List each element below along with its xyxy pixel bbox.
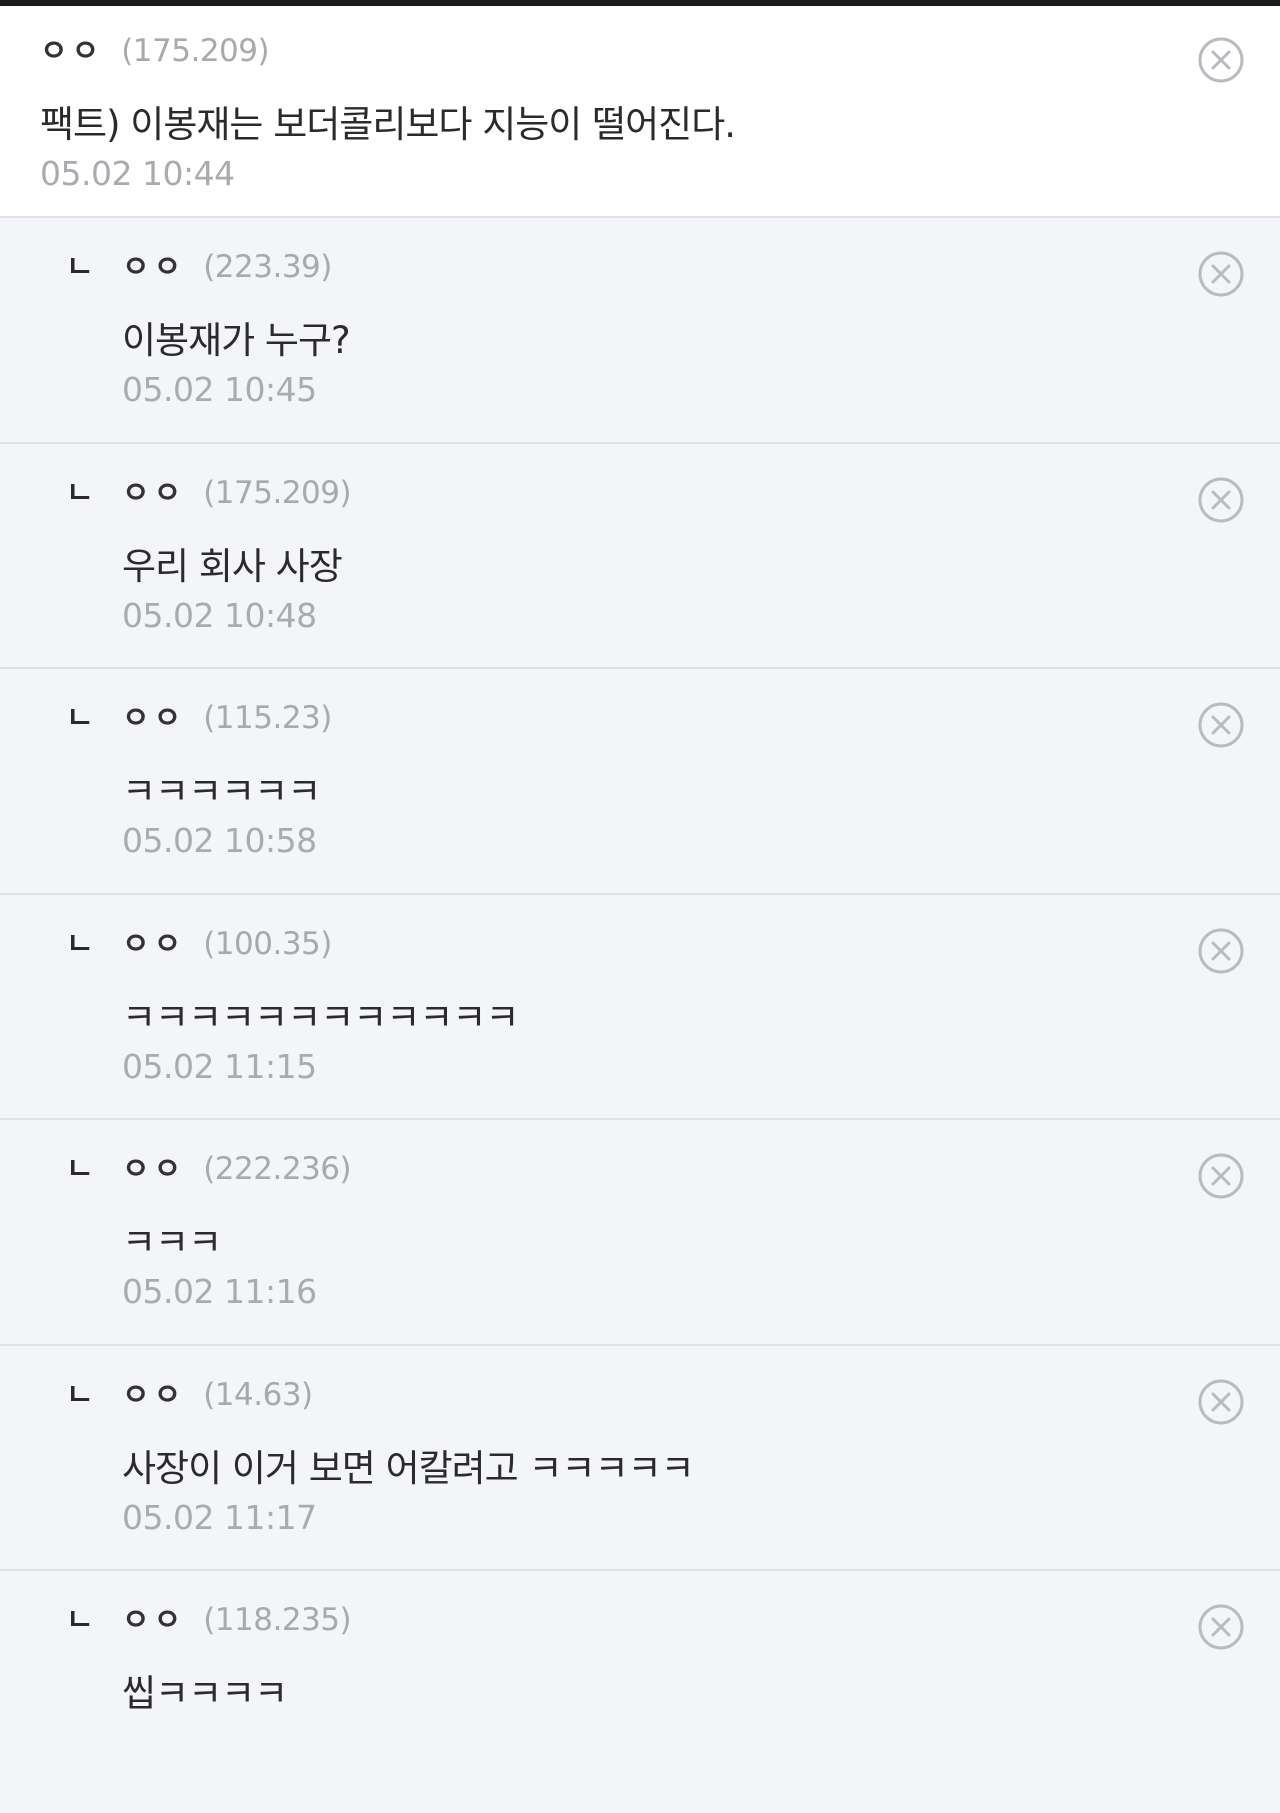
- comment-text: 이봉재가 누구?: [122, 319, 351, 362]
- comment-author[interactable]: ㅇㅇ: [40, 26, 103, 70]
- reply-mark: ㄴ: [66, 1377, 94, 1413]
- comment-time: 05.02 10:48: [122, 595, 317, 635]
- comment-author[interactable]: ㅇㅇ: [122, 242, 185, 286]
- reply-mark: ㄴ: [66, 250, 94, 285]
- reply-comment: ㄴ ㅇㅇ (222.236) ㅋㅋㅋ 05.02 11:16: [0, 1120, 1280, 1346]
- comment-time: 05.02 11:17: [122, 1497, 317, 1537]
- comment-author[interactable]: ㅇㅇ: [122, 919, 185, 963]
- comment-text: 우리 회사 사장: [122, 544, 343, 588]
- comment-author[interactable]: ㅇㅇ: [122, 1144, 185, 1188]
- comment-author[interactable]: ㅇㅇ: [122, 468, 185, 512]
- delete-comment-button[interactable]: [1197, 250, 1245, 298]
- comment-ip: (175.209): [121, 33, 270, 69]
- comment-author[interactable]: ㅇㅇ: [122, 693, 185, 737]
- comment-ip: (100.35): [203, 925, 332, 962]
- close-circle-icon: [1198, 477, 1244, 522]
- comment-ip: (175.209): [203, 474, 352, 511]
- comment-ip: (223.39): [203, 249, 332, 285]
- close-circle-icon: [1198, 37, 1244, 83]
- comment-text: ㅋㅋㅋㅋㅋㅋㅋㅋㅋㅋㅋㅋ: [122, 995, 519, 1039]
- reply-mark: ㄴ: [66, 1152, 94, 1187]
- comment-header: ㄴ ㅇㅇ (223.39): [66, 242, 332, 286]
- comment-header: ㄴ ㅇㅇ (115.23): [66, 693, 332, 737]
- comment-text: ㅋㅋㅋㅋㅋㅋ: [122, 770, 321, 813]
- comment-time: 05.02 11:16: [122, 1272, 317, 1311]
- close-circle-icon: [1198, 702, 1244, 748]
- comment-ip: (222.236): [203, 1151, 352, 1187]
- comment-header: ㄴ ㅇㅇ (14.63): [66, 1370, 313, 1414]
- comment-time: 05.02 11:15: [122, 1046, 317, 1086]
- reply-comment: ㄴ ㅇㅇ (118.235) 씹ㅋㅋㅋㅋ: [0, 1571, 1280, 1813]
- close-circle-icon: [1198, 251, 1244, 297]
- comment-text: 사장이 이거 보면 어칼려고 ㅋㅋㅋㅋㅋ: [122, 1446, 695, 1490]
- comment-header: ㄴ ㅇㅇ (175.209): [66, 468, 352, 512]
- delete-comment-button[interactable]: [1197, 476, 1245, 524]
- reply-comment: ㄴ ㅇㅇ (14.63) 사장이 이거 보면 어칼려고 ㅋㅋㅋㅋㅋ 05.02 …: [0, 1345, 1280, 1571]
- comment-text: ㅋㅋㅋ: [122, 1221, 222, 1264]
- reply-mark: ㄴ: [66, 701, 94, 736]
- delete-comment-button[interactable]: [1197, 36, 1245, 84]
- reply-comment: ㄴ ㅇㅇ (115.23) ㅋㅋㅋㅋㅋㅋ 05.02 10:58: [0, 669, 1280, 895]
- reply-mark: ㄴ: [66, 475, 94, 511]
- comment-header: ㅇㅇ (175.209): [40, 26, 270, 70]
- comment-ip: (115.23): [203, 700, 332, 736]
- comment-header: ㄴ ㅇㅇ (222.236): [66, 1144, 352, 1188]
- delete-comment-button[interactable]: [1197, 1378, 1245, 1426]
- delete-comment-button[interactable]: [1197, 927, 1245, 975]
- comment-text: 씹ㅋㅋㅋㅋ: [122, 1672, 288, 1715]
- reply-mark: ㄴ: [66, 1603, 94, 1638]
- comment-time: 05.02 10:44: [40, 154, 235, 193]
- comment-header: ㄴ ㅇㅇ (100.35): [66, 919, 332, 963]
- comment-list: ㅇㅇ (175.209) 팩트) 이봉재는 보더콜리보다 지능이 떨어진다. 0…: [0, 6, 1280, 1813]
- reply-mark: ㄴ: [66, 926, 94, 962]
- close-circle-icon: [1198, 1379, 1244, 1424]
- comment: ㅇㅇ (175.209) 팩트) 이봉재는 보더콜리보다 지능이 떨어진다. 0…: [0, 6, 1280, 218]
- comment-time: 05.02 10:58: [122, 821, 317, 860]
- comment-time: 05.02 10:45: [122, 370, 317, 409]
- delete-comment-button[interactable]: [1197, 1603, 1245, 1651]
- close-circle-icon: [1198, 928, 1244, 973]
- close-circle-icon: [1198, 1604, 1244, 1650]
- comment-ip: (14.63): [203, 1376, 313, 1413]
- delete-comment-button[interactable]: [1197, 701, 1245, 749]
- comment-text: 팩트) 이봉재는 보더콜리보다 지능이 떨어진다.: [40, 103, 736, 146]
- comment-author[interactable]: ㅇㅇ: [122, 1370, 185, 1414]
- reply-comment: ㄴ ㅇㅇ (223.39) 이봉재가 누구? 05.02 10:45: [0, 218, 1280, 444]
- reply-comment: ㄴ ㅇㅇ (175.209) 우리 회사 사장 05.02 10:48: [0, 443, 1280, 669]
- close-circle-icon: [1198, 1153, 1244, 1199]
- comment-ip: (118.235): [203, 1602, 352, 1638]
- comment-header: ㄴ ㅇㅇ (118.235): [66, 1595, 352, 1639]
- delete-comment-button[interactable]: [1197, 1152, 1245, 1200]
- comment-author[interactable]: ㅇㅇ: [122, 1595, 185, 1639]
- reply-comment: ㄴ ㅇㅇ (100.35) ㅋㅋㅋㅋㅋㅋㅋㅋㅋㅋㅋㅋ 05.02 11:15: [0, 894, 1280, 1120]
